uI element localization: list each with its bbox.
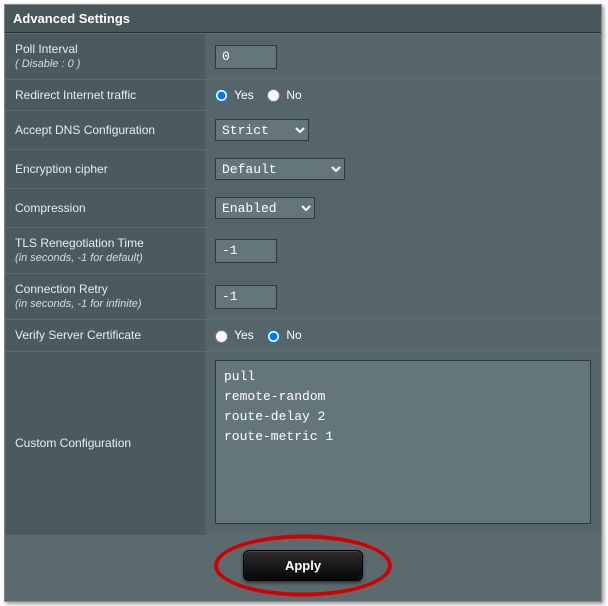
poll-interval-label: Poll Interval [15, 42, 78, 56]
row-tls-renegotiation: TLS Renegotiation Time (in seconds, -1 f… [5, 228, 601, 274]
advanced-settings-panel: Advanced Settings Poll Interval ( Disabl… [4, 4, 602, 602]
tls-renegotiation-input[interactable] [215, 239, 277, 263]
row-connection-retry: Connection Retry (in seconds, -1 for inf… [5, 274, 601, 320]
dns-config-select[interactable]: Strict [215, 119, 309, 141]
tls-renegotiation-sublabel: (in seconds, -1 for default) [15, 252, 143, 264]
dns-config-label: Accept DNS Configuration [5, 111, 205, 150]
row-custom-config: Custom Configuration [5, 351, 601, 535]
encryption-cipher-label: Encryption cipher [5, 150, 205, 189]
panel-title: Advanced Settings [5, 5, 601, 33]
connection-retry-label: Connection Retry [15, 282, 108, 296]
compression-select[interactable]: Enabled [215, 197, 315, 219]
redirect-yes-option[interactable]: Yes [215, 88, 257, 102]
row-compression: Compression Enabled [5, 189, 601, 228]
encryption-cipher-select[interactable]: Default [215, 158, 345, 180]
redirect-yes-radio[interactable] [215, 89, 228, 102]
custom-config-label: Custom Configuration [5, 351, 205, 535]
footer: Apply [5, 536, 601, 601]
yes-label-2: Yes [234, 328, 254, 342]
poll-interval-sublabel: ( Disable : 0 ) [15, 58, 80, 70]
verify-yes-option[interactable]: Yes [215, 328, 257, 342]
yes-label: Yes [234, 88, 254, 102]
connection-retry-sublabel: (in seconds, -1 for infinite) [15, 298, 142, 310]
poll-interval-input[interactable] [215, 45, 277, 69]
row-dns-config: Accept DNS Configuration Strict [5, 111, 601, 150]
apply-button[interactable]: Apply [243, 550, 363, 581]
no-label: No [286, 88, 301, 102]
verify-no-option[interactable]: No [267, 328, 302, 342]
verify-yes-radio[interactable] [215, 330, 228, 343]
redirect-no-option[interactable]: No [267, 88, 302, 102]
verify-no-radio[interactable] [267, 330, 280, 343]
tls-renegotiation-label: TLS Renegotiation Time [15, 236, 144, 250]
row-encryption-cipher: Encryption cipher Default [5, 150, 601, 189]
settings-table: Poll Interval ( Disable : 0 ) Redirect I… [5, 33, 601, 536]
row-poll-interval: Poll Interval ( Disable : 0 ) [5, 34, 601, 80]
redirect-no-radio[interactable] [267, 89, 280, 102]
no-label-2: No [286, 328, 301, 342]
row-redirect-traffic: Redirect Internet traffic Yes No [5, 80, 601, 111]
verify-cert-label: Verify Server Certificate [5, 320, 205, 351]
custom-config-textarea[interactable] [215, 360, 591, 524]
row-verify-cert: Verify Server Certificate Yes No [5, 320, 601, 351]
redirect-traffic-label: Redirect Internet traffic [5, 80, 205, 111]
compression-label: Compression [5, 189, 205, 228]
connection-retry-input[interactable] [215, 285, 277, 309]
